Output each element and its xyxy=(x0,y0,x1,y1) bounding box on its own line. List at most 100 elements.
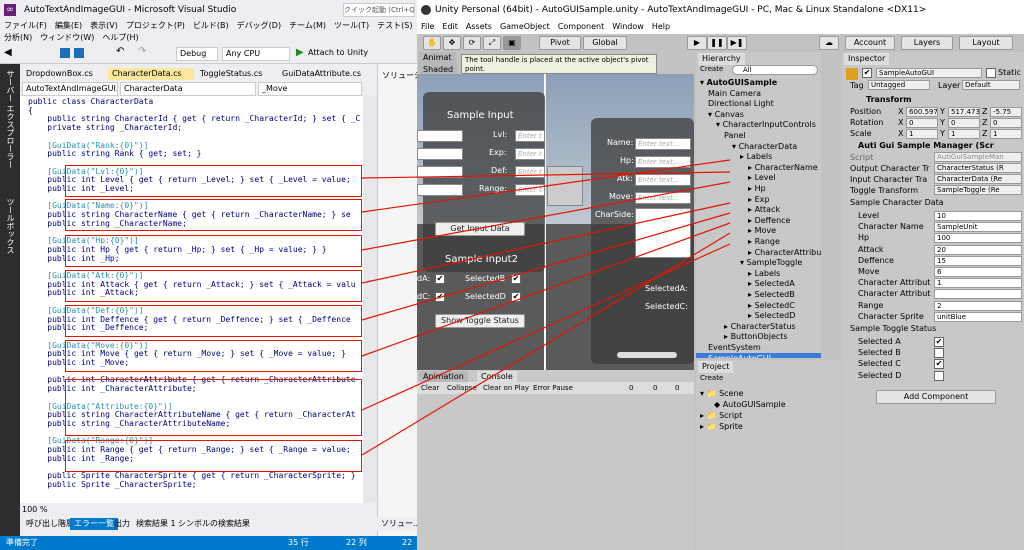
hierarchy-item[interactable]: ▸ CharacterStatus xyxy=(724,321,796,332)
hierarchy-item[interactable]: ▸ Attack xyxy=(748,204,780,215)
toggle-a-checkbox[interactable]: ✔ xyxy=(435,274,445,284)
position-value-field[interactable]: 600.597 xyxy=(906,107,938,117)
tab-output[interactable]: 出力 xyxy=(110,518,134,530)
static-checkbox[interactable] xyxy=(986,68,996,78)
error-count[interactable]: 0 xyxy=(675,382,679,394)
configuration-select[interactable]: Debug xyxy=(176,47,218,61)
scene-view[interactable]: Sample Input Lvl: Exp: Def: Range: Enter… xyxy=(417,74,694,370)
toggle-c-checkbox[interactable]: ✔ xyxy=(435,292,445,302)
scale-value-field[interactable]: 1 xyxy=(990,129,1022,139)
hierarchy-item[interactable]: ▸ ButtonObjects xyxy=(724,331,788,342)
menu-assets[interactable]: Assets xyxy=(462,22,496,31)
rotation-value-field[interactable]: 0 xyxy=(906,118,938,128)
warning-count[interactable]: 0 xyxy=(653,382,657,394)
cloud-button[interactable]: ☁ xyxy=(819,36,839,50)
tab-hierarchy[interactable]: Hierarchy xyxy=(698,53,745,65)
def-input[interactable]: Enter t xyxy=(515,166,545,178)
range-input[interactable]: Enter t xyxy=(515,184,545,196)
hierarchy-item[interactable]: ▸ Move xyxy=(748,225,776,236)
menu-edit[interactable]: Edit xyxy=(438,22,462,31)
toggle-checkbox[interactable] xyxy=(934,370,944,381)
toggle-checkbox[interactable]: ✔ xyxy=(934,359,944,370)
hierarchy-item[interactable]: ▸ Labels xyxy=(740,151,772,162)
hierarchy-item[interactable]: ▸ SelectedB xyxy=(748,289,795,300)
hierarchy-item[interactable]: ▾ AutoGUISample xyxy=(700,77,777,88)
hierarchy-item[interactable]: ▾ Canvas xyxy=(708,109,744,120)
status-hp-field[interactable]: Enter text... xyxy=(635,156,691,168)
input-field[interactable]: CharacterData (Re xyxy=(934,174,1022,184)
menu-gameobject[interactable]: GameObject xyxy=(496,22,554,31)
account-dropdown[interactable]: Account xyxy=(845,36,895,50)
lvl-input[interactable]: Enter t xyxy=(515,130,545,142)
code-line[interactable]: private string _CharacterId; xyxy=(28,123,182,133)
rect-tool-button[interactable]: ▣ xyxy=(503,36,521,50)
toggle-transform-field[interactable]: SampleToggle (Re xyxy=(934,185,1022,195)
tag-select[interactable]: Untagged xyxy=(868,80,930,90)
move-tool-button[interactable]: ✥ xyxy=(443,36,461,50)
platform-select[interactable]: Any CPU xyxy=(222,47,290,61)
menu-project[interactable]: プロジェクト(P) xyxy=(122,20,189,32)
step-button[interactable]: ▶❚ xyxy=(727,36,747,50)
error-pause-button[interactable]: Error Pause xyxy=(533,382,573,394)
layer-select[interactable]: Default xyxy=(962,80,1020,90)
code-line[interactable]: public string Rank { get; set; } xyxy=(28,149,201,159)
hierarchy-item[interactable]: ▾ CharacterInputControls xyxy=(716,119,816,130)
transform-header[interactable]: Transform xyxy=(866,94,912,105)
project-folder-scene[interactable]: ▾ 📁 Scene xyxy=(700,388,743,399)
hierarchy-item[interactable]: SampleAutoGUI xyxy=(696,352,821,358)
tab-symbol-results[interactable]: シンボルの検索結果 xyxy=(174,518,254,530)
menu-view[interactable]: 表示(V) xyxy=(86,20,122,32)
quick-launch-input[interactable]: クイック起動 (Ctrl+Q) xyxy=(343,3,415,17)
output-field[interactable]: CharacterStatus (R xyxy=(934,163,1022,173)
menu-window[interactable]: Window xyxy=(608,22,648,31)
start-icon[interactable]: ▶ xyxy=(296,47,304,58)
scale-tool-button[interactable]: ⤢ xyxy=(483,36,501,50)
clear-button[interactable]: Clear xyxy=(421,382,439,394)
nav-member-select[interactable]: _Move xyxy=(258,82,362,96)
hierarchy-item[interactable]: ▸ Labels xyxy=(748,268,780,279)
sample-toggle-header[interactable]: Sample Toggle Status xyxy=(850,323,936,334)
rotation-value-field[interactable]: 0 xyxy=(948,118,980,128)
field-value-input[interactable]: unitBlue xyxy=(934,311,1022,322)
undo-icon[interactable]: ↶ xyxy=(116,46,124,57)
hierarchy-item[interactable]: ▸ SelectedD xyxy=(748,310,795,321)
field-value-input[interactable]: 10 xyxy=(934,211,1022,221)
tab-dropdownbox[interactable]: DropdownBox.cs xyxy=(22,68,102,80)
script-field[interactable]: AutiGuiSampleMan xyxy=(934,152,1022,162)
show-toggle-status-button[interactable]: Show Toggle Status xyxy=(435,314,525,328)
tab-characterdata[interactable]: CharacterData.cs xyxy=(108,68,194,80)
field-value-input[interactable]: 15 xyxy=(934,255,1022,266)
hand-tool-button[interactable]: ✋ xyxy=(423,36,441,50)
hierarchy-item[interactable]: ▸ CharacterAttribute xyxy=(748,247,821,258)
menu-tools[interactable]: ツール(T) xyxy=(330,20,373,32)
info-count[interactable]: 0 xyxy=(629,382,633,394)
hierarchy-item[interactable]: ▾ SampleToggle xyxy=(740,257,802,268)
hierarchy-item[interactable]: ▸ Deffence xyxy=(748,215,790,226)
menu-analyze[interactable]: 分析(N) xyxy=(0,32,36,44)
status-atk-field[interactable]: Enter text... xyxy=(635,174,691,186)
layout-dropdown[interactable]: Layout xyxy=(959,36,1013,50)
rotation-value-field[interactable]: 0 xyxy=(990,118,1022,128)
hierarchy-item[interactable]: ▾ CharacterData xyxy=(732,141,797,152)
field-value-input[interactable]: 6 xyxy=(934,267,1022,277)
gameobject-name-field[interactable]: SampleAutoGUI xyxy=(876,68,982,78)
sample-character-data-header[interactable]: Sample Character Data xyxy=(850,197,944,208)
get-input-data-button[interactable]: Get Input Data xyxy=(435,222,525,236)
menu-test[interactable]: テスト(S) xyxy=(373,20,416,32)
left-field-3[interactable] xyxy=(417,166,463,178)
menu-help[interactable]: Help xyxy=(648,22,674,31)
field-value-input[interactable]: SampleUnit xyxy=(934,222,1022,233)
menu-help[interactable]: ヘルプ(H) xyxy=(98,32,142,44)
rotate-tool-button[interactable]: ⟳ xyxy=(463,36,481,50)
active-checkbox[interactable]: ✔ xyxy=(862,68,872,78)
tab-togglestatus[interactable]: ToggleStatus.cs xyxy=(196,68,272,80)
global-toggle[interactable]: Global xyxy=(583,36,627,50)
hierarchy-item[interactable]: Directional Light xyxy=(708,98,774,109)
toolbox-tab[interactable]: ツールボックス xyxy=(5,198,16,254)
menu-window[interactable]: ウィンドウ(W) xyxy=(36,32,98,44)
code-editor[interactable]: public class CharacterData{ public strin… xyxy=(20,96,363,503)
tab-project[interactable]: Project xyxy=(698,361,734,373)
menu-build[interactable]: ビルド(B) xyxy=(189,20,233,32)
hierarchy-search[interactable]: All xyxy=(732,65,818,75)
editor-scrollbar[interactable] xyxy=(363,96,377,503)
